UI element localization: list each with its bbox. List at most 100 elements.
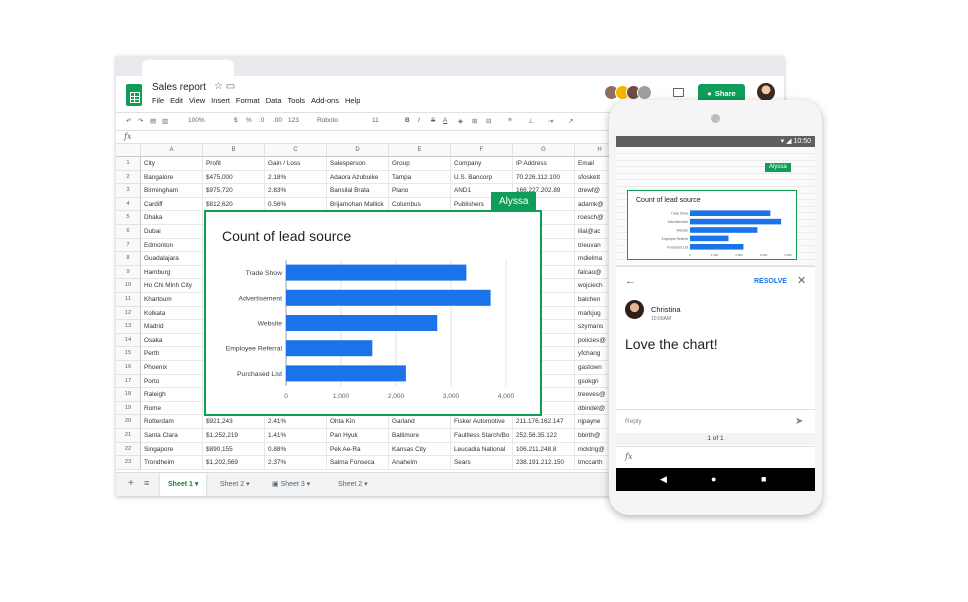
row-header[interactable]: 18	[116, 388, 141, 402]
row-header[interactable]: 12	[116, 306, 141, 321]
sheet-tab-4[interactable]: Sheet 2 ▾	[330, 473, 376, 496]
undo-icon[interactable]: ↶	[126, 117, 131, 125]
zoom-select[interactable]: 100%	[188, 117, 205, 124]
cell[interactable]: Anaheim	[389, 456, 451, 470]
menu-format[interactable]: Format	[236, 96, 260, 105]
row-header[interactable]: 6	[116, 225, 141, 239]
cell[interactable]: Birmingham	[141, 184, 203, 198]
cell[interactable]: Garland	[389, 415, 451, 429]
row-header[interactable]: 3	[116, 184, 141, 198]
cell[interactable]: Hamburg	[141, 265, 203, 280]
cell[interactable]: 0.88%	[265, 442, 327, 457]
column-header[interactable]: G	[513, 144, 575, 157]
cell[interactable]: Pan Hyuk	[327, 429, 389, 443]
menu-help[interactable]: Help	[345, 96, 360, 105]
account-avatar[interactable]	[757, 83, 775, 101]
cell[interactable]: 252.56.35.122	[513, 429, 575, 443]
cell[interactable]: $1,202,569	[203, 456, 265, 470]
bar[interactable]	[286, 289, 491, 306]
comment-icon[interactable]	[673, 88, 684, 97]
strikethrough-button[interactable]: S	[431, 117, 435, 124]
increase-decimal-button[interactable]: .00	[273, 117, 282, 124]
cell[interactable]: Dubai	[141, 225, 203, 239]
column-header[interactable]: E	[389, 144, 451, 157]
avatar[interactable]	[637, 85, 652, 100]
cell[interactable]: Tampa	[389, 170, 451, 185]
cell[interactable]: $1,252,219	[203, 429, 265, 443]
row-header[interactable]: 19	[116, 401, 141, 416]
cell[interactable]: Raleigh	[141, 388, 203, 402]
cell[interactable]: $975,720	[203, 184, 265, 198]
cell[interactable]: Cardiff	[141, 197, 203, 212]
menu-file[interactable]: File	[152, 96, 164, 105]
row-header[interactable]: 8	[116, 252, 141, 266]
nav-home-icon[interactable]: ●	[711, 474, 716, 484]
align-icon[interactable]: ≡	[508, 117, 512, 124]
phone-formula-bar[interactable]: fx	[616, 446, 815, 468]
cell[interactable]: Edmonton	[141, 238, 203, 253]
font-size-select[interactable]: 11	[372, 117, 379, 124]
cell[interactable]: 211.176.162.147	[513, 415, 575, 429]
row-header[interactable]: 1	[116, 157, 141, 171]
menu-data[interactable]: Data	[266, 96, 282, 105]
chart[interactable]: Count of lead source 0 1,000 2,000 3,000 4,0…	[204, 210, 542, 416]
font-select[interactable]: Roboto	[317, 117, 338, 124]
cell[interactable]: 2.41%	[265, 415, 327, 429]
bar[interactable]	[286, 365, 406, 382]
cell[interactable]: Singapore	[141, 442, 203, 457]
nav-back-icon[interactable]: ◀	[660, 474, 667, 485]
cell[interactable]: Plano	[389, 184, 451, 198]
cell[interactable]: Madrid	[141, 320, 203, 334]
cell[interactable]: 70.226.112.100	[513, 170, 575, 185]
cell[interactable]: Dhaka	[141, 211, 203, 225]
italic-button[interactable]: I	[418, 117, 420, 124]
cell[interactable]: 238.191.212.150	[513, 456, 575, 470]
row-header[interactable]: 13	[116, 320, 141, 334]
menu-addons[interactable]: Add-ons	[311, 96, 339, 105]
resolve-button[interactable]: RESOLVE	[754, 278, 787, 285]
row-header[interactable]: 17	[116, 374, 141, 389]
borders-icon[interactable]: ⊞	[472, 117, 477, 125]
text-color-button[interactable]: A	[443, 117, 447, 124]
cell[interactable]: 1.41%	[265, 429, 327, 443]
back-arrow-icon[interactable]: ←	[625, 275, 636, 287]
number-format-select[interactable]: 123	[288, 117, 299, 124]
cell[interactable]: Fisker Automotive	[451, 415, 513, 429]
browser-tab[interactable]	[142, 60, 234, 76]
row-header[interactable]: 4	[116, 197, 141, 212]
cell[interactable]: Osaka	[141, 333, 203, 348]
header-cell[interactable]: IP Address	[513, 157, 575, 171]
cell[interactable]: Rotterdam	[141, 415, 203, 429]
cell[interactable]: 2.18%	[265, 170, 327, 185]
row-header[interactable]: 14	[116, 333, 141, 348]
cell[interactable]: Kansas City	[389, 442, 451, 457]
cell[interactable]: Baltimore	[389, 429, 451, 443]
reply-field[interactable]: Reply ➤	[616, 409, 815, 433]
doc-title[interactable]: Sales report	[152, 82, 206, 93]
menu-insert[interactable]: Insert	[211, 96, 230, 105]
cell[interactable]: Rome	[141, 401, 203, 416]
cell[interactable]: Bansilal Brata	[327, 184, 389, 198]
redo-icon[interactable]: ↷	[138, 117, 143, 125]
row-header[interactable]: 5	[116, 211, 141, 225]
print-icon[interactable]: ▤	[150, 117, 156, 125]
valign-icon[interactable]: ⊥	[528, 117, 534, 125]
nav-recents-icon[interactable]: ■	[761, 474, 766, 484]
bold-button[interactable]: B	[405, 117, 410, 124]
paint-format-icon[interactable]: ▥	[162, 117, 168, 125]
cell[interactable]: $890,155	[203, 442, 265, 457]
cell[interactable]: Ohta Kin	[327, 415, 389, 429]
folder-icon[interactable]: ▭	[226, 81, 235, 92]
cell[interactable]: Guadalajara	[141, 252, 203, 266]
row-header[interactable]: 9	[116, 265, 141, 280]
header-cell[interactable]: Profit	[203, 157, 265, 171]
select-all-corner[interactable]	[116, 144, 141, 157]
row-header[interactable]: 22	[116, 442, 141, 457]
header-cell[interactable]: Gain / Loss	[265, 157, 327, 171]
header-cell[interactable]: Group	[389, 157, 451, 171]
cell[interactable]: U.S. Bancorp	[451, 170, 513, 185]
cell[interactable]: Santa Clara	[141, 429, 203, 443]
cell[interactable]: Kolkata	[141, 306, 203, 321]
currency-button[interactable]: $	[234, 117, 238, 124]
header-cell[interactable]: Salesperson	[327, 157, 389, 171]
